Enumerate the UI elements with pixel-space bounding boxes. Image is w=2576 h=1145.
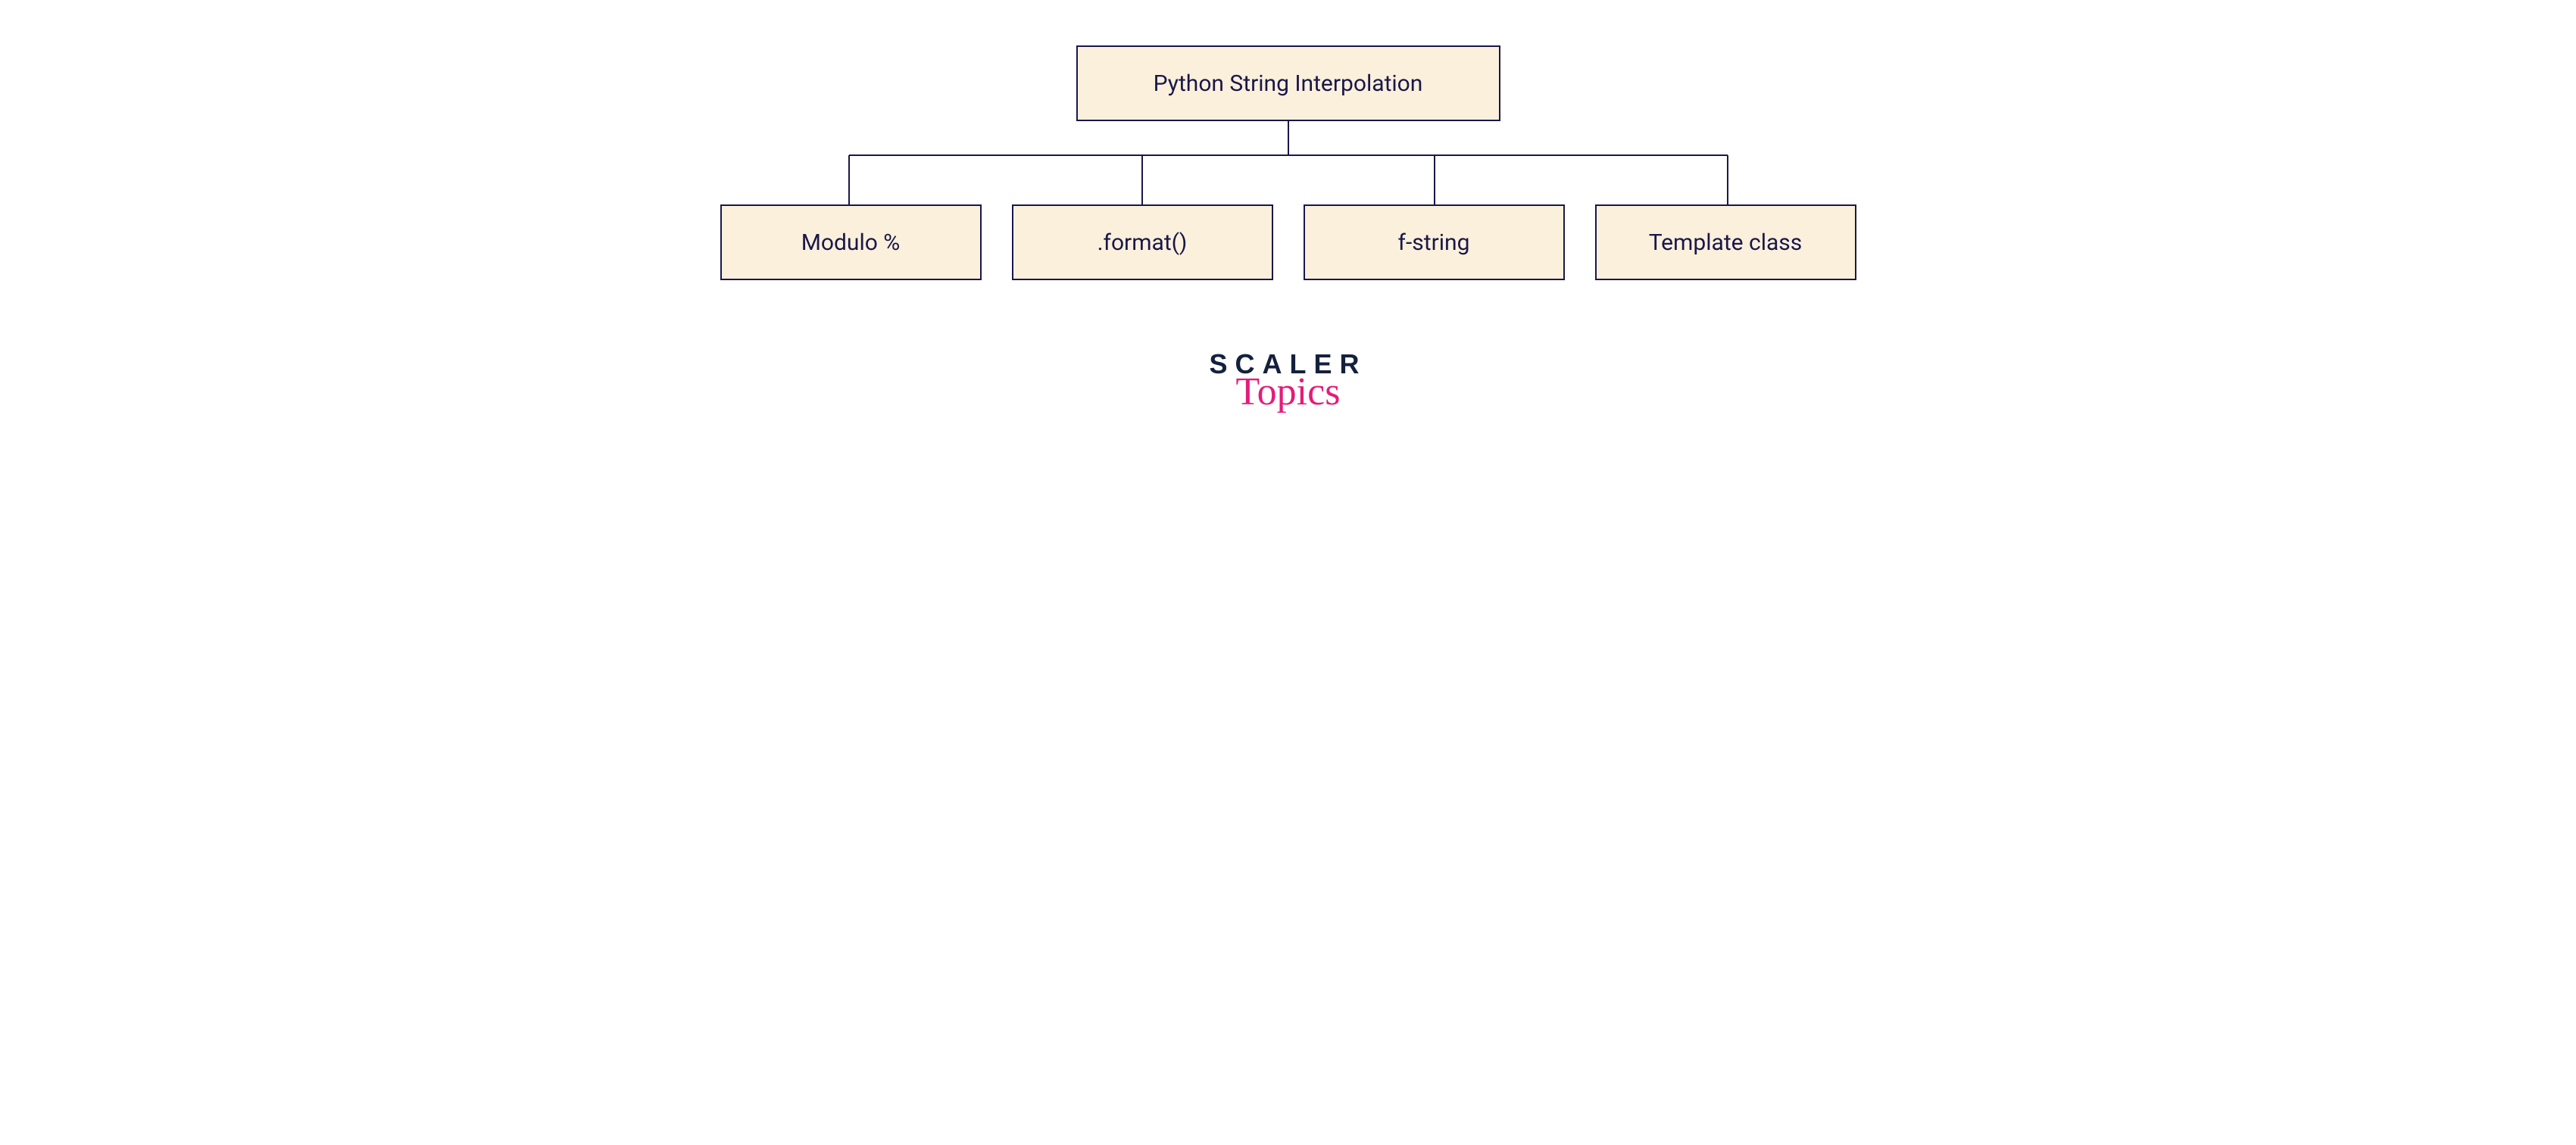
brand-logo: SCALER Topics	[1209, 348, 1366, 412]
child-node-label: Modulo %	[801, 229, 901, 256]
child-node-label: .format()	[1098, 229, 1188, 256]
child-node-template: Template class	[1595, 204, 1856, 280]
child-node-format: .format()	[1012, 204, 1273, 280]
connector-lines	[720, 121, 1856, 204]
child-node-label: f-string	[1398, 229, 1470, 256]
child-node-label: Template class	[1649, 229, 1803, 256]
root-node-label: Python String Interpolation	[1154, 70, 1423, 97]
children-row: Modulo % .format() f-string Template cla…	[720, 204, 1856, 280]
child-node-modulo: Modulo %	[720, 204, 982, 280]
hierarchy-diagram: Python String Interpolation Modulo % .fo…	[720, 45, 1856, 280]
root-node: Python String Interpolation	[1076, 45, 1500, 121]
child-node-fstring: f-string	[1304, 204, 1565, 280]
